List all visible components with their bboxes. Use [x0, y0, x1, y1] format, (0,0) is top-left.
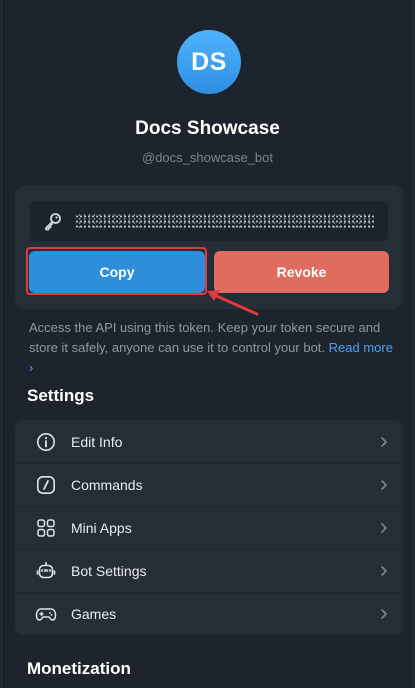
- info-icon: [35, 431, 57, 453]
- annotation-arrow: [207, 290, 259, 316]
- token-help-text: Access the API using this token. Keep yo…: [29, 318, 399, 378]
- settings-item-label: Bot Settings: [71, 562, 147, 579]
- settings-item-label: Commands: [71, 476, 143, 493]
- chevron-right-icon: [381, 608, 387, 619]
- bot-details-panel: DS Docs Showcase @docs_showcase_bot Copy…: [1, 0, 414, 688]
- settings-item-games[interactable]: Games: [15, 592, 403, 635]
- bot-icon: [35, 560, 57, 582]
- chevron-right-icon: [381, 522, 387, 533]
- settings-item-bot-settings[interactable]: Bot Settings: [15, 549, 403, 592]
- chevron-right-icon: [381, 479, 387, 490]
- chevron-right-icon: [381, 565, 387, 576]
- token-field[interactable]: [30, 201, 388, 241]
- gamepad-icon: [35, 603, 57, 625]
- monetization-section-title: Monetization: [27, 659, 131, 678]
- token-value-masked: [75, 213, 374, 229]
- bot-name: Docs Showcase: [135, 118, 280, 139]
- avatar: DS: [177, 30, 241, 94]
- apps-grid-icon: [35, 517, 57, 539]
- settings-item-edit-info[interactable]: Edit Info: [15, 420, 403, 463]
- copy-token-button[interactable]: Copy: [29, 251, 205, 293]
- chevron-right-icon: [381, 436, 387, 447]
- settings-item-label: Mini Apps: [71, 519, 132, 536]
- settings-item-commands[interactable]: Commands: [15, 463, 403, 506]
- settings-item-label: Games: [71, 605, 117, 622]
- bot-username: @docs_showcase_bot: [142, 150, 273, 165]
- settings-list: Edit Info Commands Mini Apps Bot Setting…: [15, 420, 403, 635]
- token-help-body: Access the API using this token. Keep yo…: [29, 320, 381, 355]
- slash-command-icon: [35, 474, 57, 496]
- settings-section-title: Settings: [27, 386, 95, 405]
- settings-item-mini-apps[interactable]: Mini Apps: [15, 506, 403, 549]
- key-icon: [45, 213, 61, 231]
- settings-item-label: Edit Info: [71, 433, 123, 450]
